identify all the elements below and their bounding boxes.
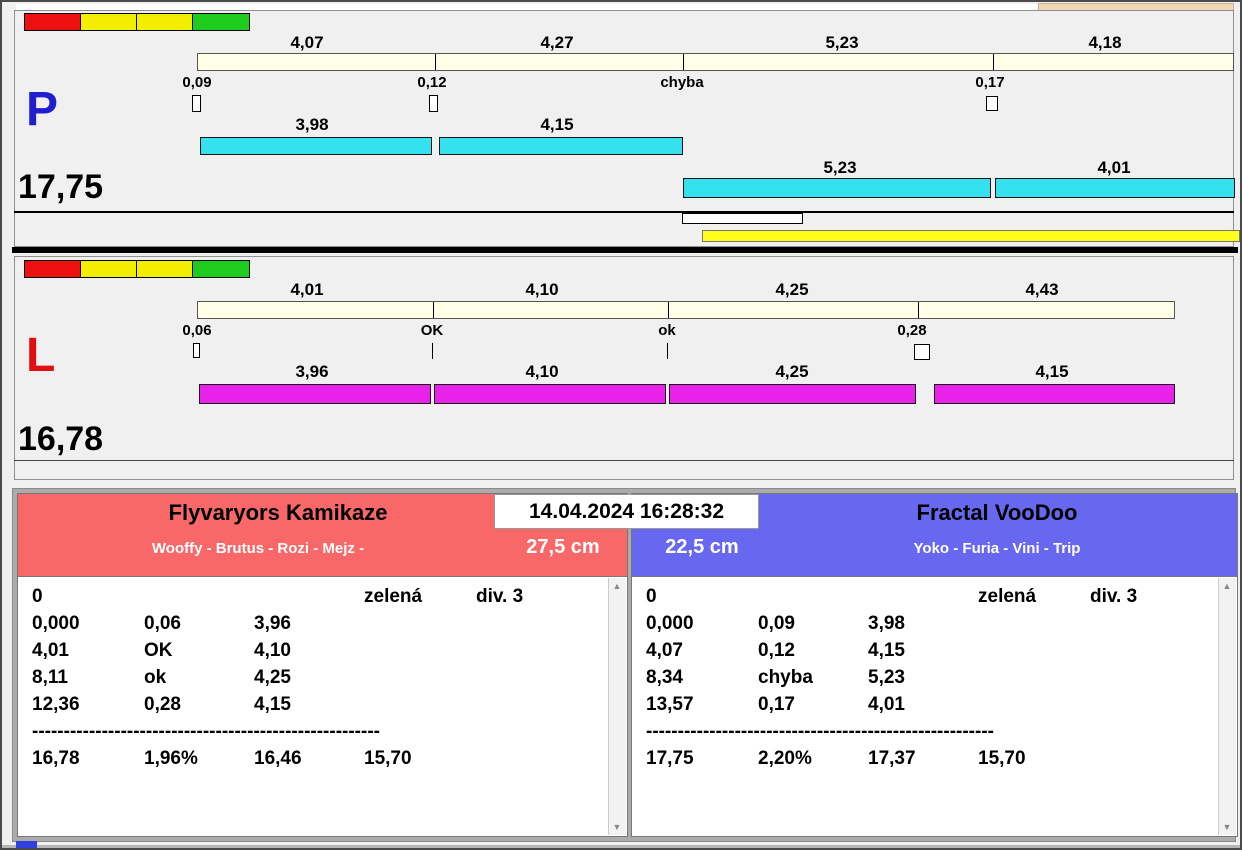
table-row-separator: ----------------------------------------…	[32, 721, 380, 742]
light-red-icon	[25, 14, 81, 30]
split-bar-l	[197, 301, 1175, 319]
lane-total-l: 16,78	[18, 420, 104, 458]
table-row-separator: ----------------------------------------…	[646, 721, 994, 742]
change-marker	[429, 95, 438, 112]
light-green-icon	[193, 14, 249, 30]
dog-run-bar	[199, 384, 431, 404]
results-section: Flyvaryors Kamikaze Wooffy - Brutus - Ro…	[12, 488, 1238, 842]
light-yellow1-icon	[81, 261, 137, 277]
team-name: Flyvaryors Kamikaze	[168, 500, 388, 525]
scroll-up-icon[interactable]: ▲	[609, 578, 625, 594]
status-lights-l	[24, 260, 250, 278]
jump-height: 22,5 cm	[665, 536, 739, 558]
lane-total-p: 17,75	[18, 168, 104, 206]
dog-run-bar	[439, 137, 683, 155]
scrollbar[interactable]: ▲ ▼	[1218, 578, 1236, 835]
dog-run-bar	[434, 384, 666, 404]
team-left-results: 0 zelená div. 3 0,000 0,06 3,96 4,01 OK …	[18, 576, 627, 836]
table-row-total: 16,78 1,96% 16,46 15,70	[32, 748, 412, 769]
results-rows: 0 zelená div. 3 0,000 0,06 3,96 4,01 OK …	[32, 583, 605, 772]
change-mark-label: 0,09	[182, 74, 212, 91]
light-red-icon	[25, 261, 81, 277]
lane-divider	[12, 247, 1238, 253]
scrollbar[interactable]: ▲ ▼	[608, 578, 626, 835]
split-time-label: 4,07	[290, 33, 324, 52]
split-bar-p	[197, 53, 1234, 71]
light-yellow2-icon	[137, 14, 193, 30]
dog-time-label: 3,98	[295, 115, 329, 134]
change-marker	[193, 343, 200, 358]
dog-run-bar	[669, 384, 916, 404]
dog-time-label: 4,25	[775, 362, 809, 381]
status-lights-p	[24, 13, 250, 31]
dog-time-label: 3,96	[295, 362, 329, 381]
dog-run-bar	[683, 178, 991, 198]
dog-time-label: 4,01	[1097, 158, 1131, 177]
lane-letter-p: P	[26, 83, 59, 136]
split-time-label: 5,23	[825, 33, 859, 52]
pending-bar	[682, 213, 803, 224]
table-row: 8,11 ok 4,25	[32, 667, 291, 688]
lane-letter-l: L	[26, 329, 56, 382]
timestamp: 14.04.2024 16:28:32	[494, 494, 759, 529]
dog-time-label: 4,10	[525, 362, 559, 381]
change-mark-label: 0,12	[417, 74, 447, 91]
table-row: 13,57 0,17 4,01	[646, 694, 905, 715]
table-row: 4,01 OK 4,10	[32, 640, 291, 661]
split-time-label: 4,18	[1088, 33, 1122, 52]
team-dogs: Wooffy - Brutus - Rozi - Mejz -	[151, 540, 365, 557]
dog-run-bar	[995, 178, 1235, 198]
change-mark-label: chyba	[660, 74, 704, 91]
change-mark-label: 0,17	[975, 74, 1005, 91]
dog-time-label: 4,15	[540, 115, 574, 134]
table-row: 0,000 0,09 3,98	[646, 613, 905, 634]
timing-app-window: 4,07 4,27 5,23 4,18 0,09 0,12 chyba 0,17…	[0, 0, 1242, 850]
table-row: 8,34 chyba 5,23	[646, 667, 905, 688]
split-time-label: 4,27	[540, 33, 574, 52]
table-row-total: 17,75 2,20% 17,37 15,70	[646, 748, 1026, 769]
change-mark-label: ok	[658, 322, 676, 339]
table-row: 12,36 0,28 4,15	[32, 694, 291, 715]
team-dogs: Yoko - Furia - Vini - Trip	[913, 540, 1081, 557]
scroll-down-icon[interactable]: ▼	[609, 819, 625, 835]
team-panel-right: Fractal VooDoo Yoko - Furia - Vini - Tri…	[631, 493, 1238, 837]
light-yellow1-icon	[81, 14, 137, 30]
table-row: 0,000 0,06 3,96	[32, 613, 291, 634]
change-marker	[986, 96, 998, 111]
change-mark-label: OK	[420, 322, 444, 339]
bottom-strip	[2, 845, 1240, 848]
light-green-icon	[193, 261, 249, 277]
split-time-label: 4,25	[775, 280, 809, 299]
change-mark-label: 0,28	[897, 322, 927, 339]
dog-time-label: 4,15	[1035, 362, 1069, 381]
team-name: Fractal VooDoo	[916, 500, 1078, 525]
table-row: 0 zelená div. 3	[646, 586, 1138, 607]
change-marker	[914, 344, 930, 360]
scroll-down-icon[interactable]: ▼	[1219, 819, 1235, 835]
light-yellow2-icon	[137, 261, 193, 277]
bottom-left-marker	[16, 841, 37, 848]
change-mark-label: 0,06	[182, 322, 212, 339]
dog-run-bar	[200, 137, 432, 155]
table-row: 0 zelená div. 3	[32, 586, 524, 607]
dog-run-bar	[934, 384, 1175, 404]
yellow-progress-bar	[702, 230, 1240, 242]
results-rows: 0 zelená div. 3 0,000 0,09 3,98 4,07 0,1…	[646, 583, 1215, 772]
dog-time-label: 5,23	[823, 158, 857, 177]
jump-height: 27,5 cm	[526, 536, 600, 558]
team-right-results: 0 zelená div. 3 0,000 0,09 3,98 4,07 0,1…	[632, 576, 1237, 836]
change-marker	[192, 95, 201, 112]
split-time-label: 4,43	[1025, 280, 1059, 299]
split-time-label: 4,01	[290, 280, 324, 299]
split-time-label: 4,10	[525, 280, 559, 299]
team-panel-left: Flyvaryors Kamikaze Wooffy - Brutus - Ro…	[17, 493, 628, 837]
table-row: 4,07 0,12 4,15	[646, 640, 905, 661]
scroll-up-icon[interactable]: ▲	[1219, 578, 1235, 594]
